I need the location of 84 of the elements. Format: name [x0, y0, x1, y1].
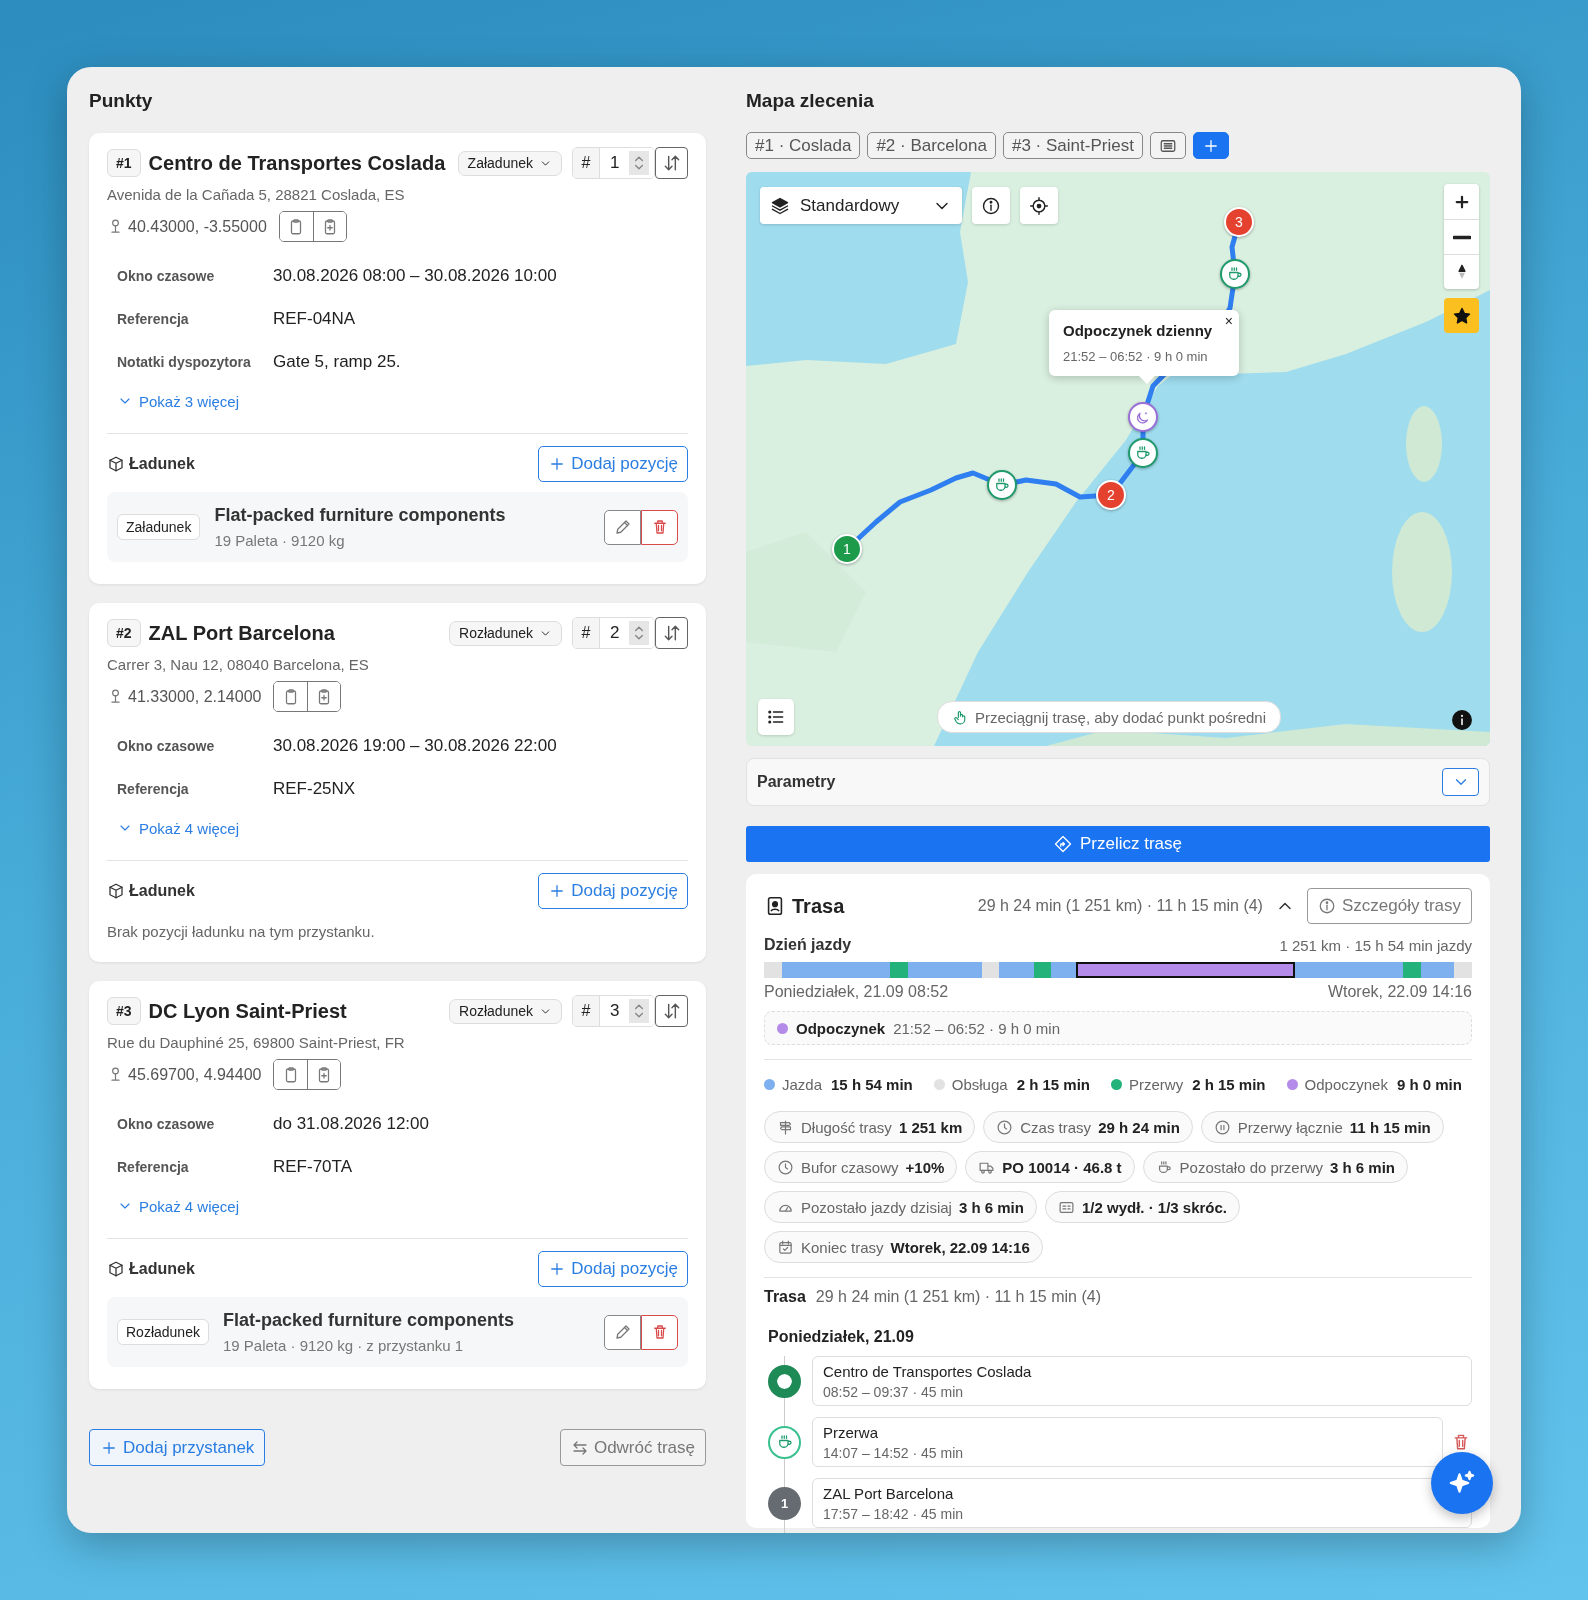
field-label: Okno czasowe: [117, 737, 216, 754]
stop-address: Avenida de la Cañada 5, 28821 Coslada, ES: [107, 186, 406, 203]
field-label: Okno czasowe: [117, 267, 216, 284]
stat-label: Pozostało do przerwy: [1179, 1158, 1323, 1176]
cargo-tag: Załadunek: [117, 514, 201, 540]
field-value: Gate 5, ramp 25.: [273, 351, 401, 372]
section-title: Punkty: [89, 89, 153, 113]
item-time: 17:57 – 18:42 · 45 min: [823, 1506, 965, 1522]
cargo-tag: Rozładunek: [117, 1319, 209, 1345]
stop-number: #3: [107, 997, 141, 1025]
stop-name: DC Lyon Saint-Priest: [148, 999, 348, 1023]
legend-value: 15 h 54 min: [831, 1076, 913, 1093]
field-value: REF-25NX: [273, 778, 356, 799]
stop-name: Centro de Transportes Coslada: [148, 151, 447, 175]
day-heading: Poniedziałek, 21.09: [768, 1328, 915, 1346]
stat-value: PO 10014 · 46.8 t: [1002, 1158, 1122, 1176]
legend-label: Jazda: [782, 1076, 823, 1093]
legend-value: 2 h 15 min: [1192, 1076, 1266, 1093]
field-label: Referencja: [117, 780, 190, 797]
segment-detail: 21:52 – 06:52 · 9 h 0 min: [893, 1019, 1060, 1037]
panel-title: Parametry: [757, 773, 836, 791]
stat-value: 1/2 wydł. · 1/3 skróc.: [1081, 1198, 1228, 1216]
item-time: 14:07 – 14:52 · 45 min: [823, 1445, 965, 1461]
hint-text: Przeciągnij trasę, aby dodać punkt pośredni: [975, 708, 1266, 726]
cargo-name: Flat-packed furniture components: [222, 1310, 515, 1331]
coordinates: 41.33000, 2.14000: [128, 687, 262, 706]
field-label: Referencja: [117, 310, 190, 327]
legend-value: 2 h 15 min: [1016, 1076, 1090, 1093]
stat-value: 3 h 6 min: [1330, 1158, 1396, 1176]
stop-number: #1: [107, 149, 141, 177]
section-title: Mapa zlecenia: [746, 89, 874, 113]
stat-value: Wtorek, 22.09 14:16: [890, 1238, 1030, 1256]
number-badge: 1: [768, 1486, 801, 1520]
stat-value: 29 h 24 min: [1098, 1118, 1180, 1136]
cargo-title: Ładunek: [129, 1260, 195, 1278]
stat-label: Czas trasy: [1020, 1118, 1092, 1136]
stat-value: 1 251 km: [898, 1118, 963, 1136]
popup-title: Odpoczynek dzienny: [1063, 322, 1214, 339]
card-title: Trasa: [792, 894, 846, 918]
list-summary: 29 h 24 min (1 251 km) · 11 h 15 min (4): [815, 1288, 1101, 1306]
stat-value: 11 h 15 min: [1349, 1118, 1431, 1136]
stop-address: Rue du Dauphiné 25, 69800 Saint-Priest, FR: [107, 1034, 406, 1051]
start-time: Poniedziałek, 21.09 08:52: [764, 983, 949, 1001]
coordinates: 45.69700, 4.94400: [128, 1065, 262, 1084]
field-label: Okno czasowe: [117, 1115, 216, 1132]
end-time: Wtorek, 22.09 14:16: [1327, 983, 1472, 1001]
stat-label: Przerwy łącznie: [1237, 1118, 1343, 1136]
coordinates: 40.43000, -3.55000: [128, 217, 267, 236]
legend-value: 9 h 0 min: [1396, 1076, 1462, 1093]
legend-label: Przerwy: [1129, 1076, 1184, 1093]
stat-label: Pozostało jazdy dzisiaj: [801, 1198, 952, 1216]
stat-label: Długość trasy: [801, 1118, 892, 1136]
day-summary: 1 251 km · 15 h 54 min jazdy: [1279, 936, 1472, 954]
field-label: Referencja: [117, 1158, 190, 1175]
cargo-title: Ładunek: [129, 455, 195, 473]
popup-detail: 21:52 – 06:52 · 9 h 0 min: [1063, 349, 1209, 364]
list-title: Trasa: [764, 1288, 806, 1306]
day-label: Dzień jazdy: [764, 936, 852, 954]
cargo-meta: 19 Paleta · 9120 kg: [214, 532, 346, 549]
stat-value: 3 h 6 min: [958, 1198, 1024, 1216]
empty-message: Brak pozycji ładunku na tym przystanku.: [107, 923, 376, 940]
item-name: Przerwa: [823, 1424, 879, 1441]
stop-name: ZAL Port Barcelona: [148, 621, 336, 645]
stop-number: #2: [107, 619, 141, 647]
field-label: Notatki dyspozytora: [117, 353, 252, 370]
legend-label: Odpoczynek: [1304, 1076, 1388, 1093]
stat-label: Bufor czasowy: [801, 1158, 899, 1176]
stat-label: Koniec trasy: [801, 1238, 884, 1256]
item-name: ZAL Port Barcelona: [823, 1485, 955, 1502]
cargo-meta: 19 Paleta · 9120 kg · z przystanku 1: [222, 1337, 465, 1354]
segment-label: Odpoczynek: [796, 1019, 886, 1037]
cargo-name: Flat-packed furniture components: [214, 505, 507, 526]
stop-address: Carrer 3, Nau 12, 08040 Barcelona, ES: [107, 656, 370, 673]
field-value: 30.08.2026 19:00 – 30.08.2026 22:00: [273, 735, 557, 756]
route-summary: 29 h 24 min (1 251 km) · 11 h 15 min (4): [977, 897, 1263, 915]
field-value: REF-04NA: [273, 308, 356, 329]
cargo-title: Ładunek: [129, 882, 195, 900]
field-value: 30.08.2026 08:00 – 30.08.2026 10:00: [273, 265, 557, 286]
legend-label: Obsługa: [951, 1076, 1008, 1093]
item-name: Centro de Transportes Coslada: [823, 1363, 1033, 1380]
field-value: do 31.08.2026 12:00: [273, 1113, 429, 1134]
stat-value: +10%: [905, 1158, 945, 1176]
item-time: 08:52 – 09:37 · 45 min: [823, 1384, 965, 1400]
field-value: REF-70TA: [273, 1156, 353, 1177]
